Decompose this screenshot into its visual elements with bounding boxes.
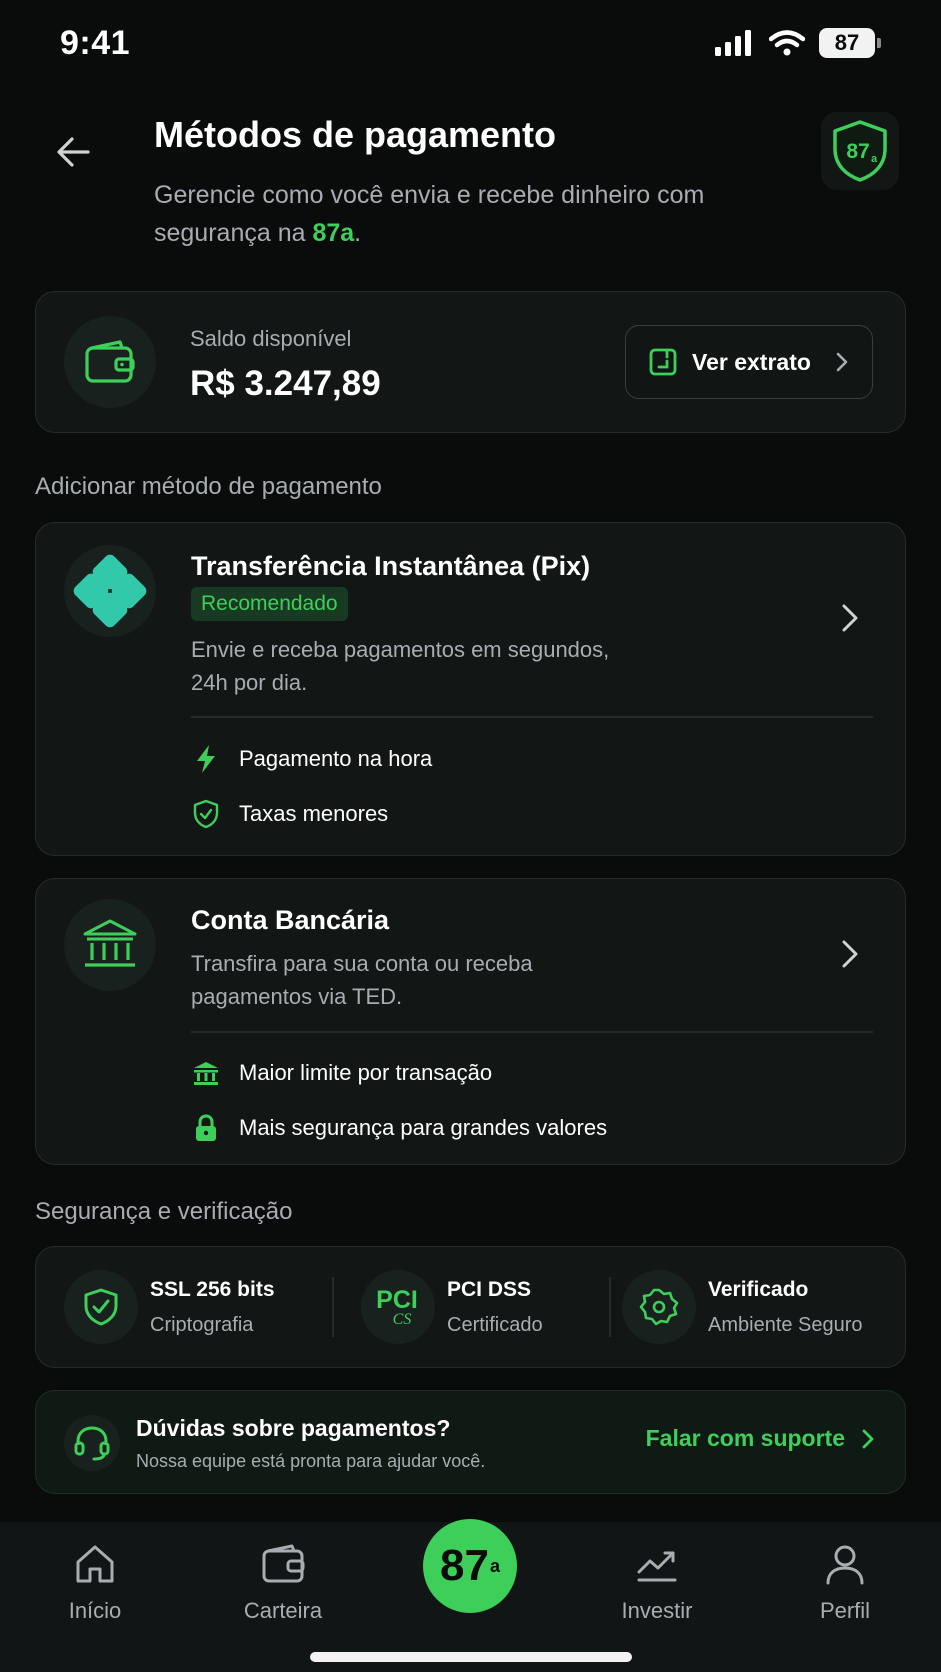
tab-inicio[interactable]: Início	[25, 1542, 165, 1624]
chevron-right-icon	[842, 604, 858, 632]
security-item-ssl: SSL 256 bits Criptografia	[64, 1247, 275, 1367]
status-time: 9:41	[60, 24, 131, 62]
page-subtitle: Gerencie como você envia e recebe dinhei…	[154, 176, 714, 252]
security-item-title: SSL 256 bits	[150, 1277, 275, 1301]
security-item-subtitle: Ambiente Seguro	[708, 1313, 863, 1336]
security-section-title: Segurança e verificação	[35, 1198, 293, 1225]
bank-icon	[83, 919, 137, 967]
bank-chevron	[835, 934, 865, 974]
subtitle-text: Gerencie como você envia e recebe dinhei…	[154, 181, 705, 247]
shield-check-icon	[191, 799, 221, 829]
feature-label: Pagamento na hora	[239, 746, 433, 771]
view-statement-button[interactable]: Ver extrato	[625, 325, 873, 399]
support-title: Dúvidas sobre pagamentos?	[136, 1415, 451, 1441]
home-indicator	[310, 1652, 632, 1662]
wallet-icon-circle	[64, 316, 156, 408]
security-item-subtitle: Certificado	[447, 1313, 543, 1336]
support-subtitle: Nossa equipe está pronta para ajudar voc…	[136, 1451, 486, 1471]
svg-text:a: a	[871, 153, 878, 165]
battery-icon: 87	[819, 28, 881, 58]
lock-icon	[191, 1113, 221, 1143]
bank-method-card[interactable]: Conta Bancária Transfira para sua conta …	[35, 878, 906, 1165]
pix-chevron	[835, 598, 865, 638]
security-item-title: PCI DSS	[447, 1277, 532, 1301]
divider	[332, 1277, 334, 1337]
page-title: Métodos de pagamento	[154, 114, 557, 155]
shield-icon: 87 a	[833, 120, 887, 182]
tab-label: Investir	[621, 1598, 693, 1623]
pix-icon-circle	[64, 545, 156, 637]
bank-feature-1: Maior limite por transação	[191, 1058, 492, 1088]
chart-icon	[637, 1551, 677, 1582]
bank-description: Transfira para sua conta ou receba pagam…	[191, 951, 533, 1009]
view-statement-label: Ver extrato	[692, 348, 811, 375]
tab-label: Perfil	[819, 1598, 871, 1623]
svg-text:87: 87	[846, 140, 869, 163]
wallet-icon	[85, 340, 135, 383]
tab-perfil[interactable]: Perfil	[775, 1542, 915, 1624]
balance-value: R$ 3.247,89	[190, 364, 381, 403]
back-button[interactable]	[48, 126, 100, 178]
bank-icon-circle	[64, 899, 156, 991]
chevron-right-icon	[836, 352, 848, 372]
pix-title: Transferência Instantânea (Pix)	[191, 551, 591, 581]
chevron-right-icon	[842, 940, 858, 968]
subtitle-brand: 87a	[312, 219, 355, 247]
brand-shield-logo: 87 a	[821, 112, 899, 190]
headset-icon	[74, 1426, 110, 1461]
security-item-verified: Verificado Ambiente Seguro	[622, 1247, 863, 1367]
tab-brand-87a[interactable]: 87 a	[423, 1519, 517, 1613]
wifi-icon	[769, 30, 805, 56]
status-icons: 87	[715, 28, 881, 58]
add-method-section-title: Adicionar método de pagamento	[35, 473, 382, 500]
support-card: Dúvidas sobre pagamentos? Nossa equipe e…	[35, 1390, 906, 1494]
shield-check-icon	[64, 1270, 138, 1344]
security-card: SSL 256 bits Criptografia PCI CS PCI DSS…	[35, 1246, 906, 1368]
divider	[191, 716, 873, 718]
tab-label: Carteira	[243, 1598, 323, 1623]
statement-icon	[649, 348, 677, 376]
support-link-label: Falar com suporte	[645, 1425, 845, 1451]
headset-icon-circle	[64, 1415, 120, 1471]
feature-label: Taxas menores	[239, 801, 389, 826]
subtitle-suffix: .	[354, 219, 362, 247]
balance-label: Saldo disponível	[190, 326, 352, 351]
security-item-title: Verificado	[708, 1277, 809, 1301]
verified-badge-icon	[622, 1270, 696, 1344]
security-item-subtitle: Criptografia	[150, 1313, 254, 1336]
pci-icon: PCI CS	[361, 1270, 435, 1344]
feature-label: Mais segurança para grandes valores	[239, 1115, 608, 1140]
home-icon	[76, 1545, 114, 1583]
tab-label: Início	[68, 1598, 122, 1623]
pix-feature-1: Pagamento na hora	[191, 744, 432, 774]
feature-label: Maior limite por transação	[239, 1060, 493, 1085]
security-item-pci: PCI CS PCI DSS Certificado	[361, 1247, 543, 1367]
lightning-icon	[191, 744, 221, 774]
signal-icon	[715, 30, 751, 56]
status-bar: 9:41 87	[0, 0, 941, 90]
chevron-right-icon	[862, 1429, 874, 1448]
user-icon	[826, 1545, 864, 1585]
recommended-badge: Recomendado	[191, 587, 348, 621]
arrow-left-icon	[57, 137, 90, 167]
pix-feature-2: Taxas menores	[191, 799, 388, 829]
divider	[609, 1277, 611, 1337]
bank-small-icon	[191, 1058, 221, 1088]
bank-title: Conta Bancária	[191, 905, 390, 935]
bottom-tab-bar: Início Carteira 87 a Investir Perfil	[0, 1519, 941, 1672]
svg-text:CS: CS	[393, 1311, 412, 1328]
tab-carteira[interactable]: Carteira	[213, 1542, 353, 1624]
balance-card: Saldo disponível R$ 3.247,89 Ver extrato	[35, 291, 906, 433]
pix-description: Envie e receba pagamentos em segundos, 2…	[191, 637, 610, 695]
header: Métodos de pagamento Gerencie como você …	[0, 100, 941, 260]
pix-icon	[73, 554, 147, 628]
bank-feature-2: Mais segurança para grandes valores	[191, 1113, 607, 1143]
contact-support-link[interactable]: Falar com suporte	[646, 1425, 875, 1452]
divider	[191, 1031, 873, 1033]
svg-text:PCI: PCI	[376, 1286, 418, 1314]
tab-investir[interactable]: Investir	[587, 1542, 727, 1624]
wallet-icon	[262, 1544, 305, 1583]
pix-method-card[interactable]: Transferência Instantânea (Pix) Recomend…	[35, 522, 906, 856]
